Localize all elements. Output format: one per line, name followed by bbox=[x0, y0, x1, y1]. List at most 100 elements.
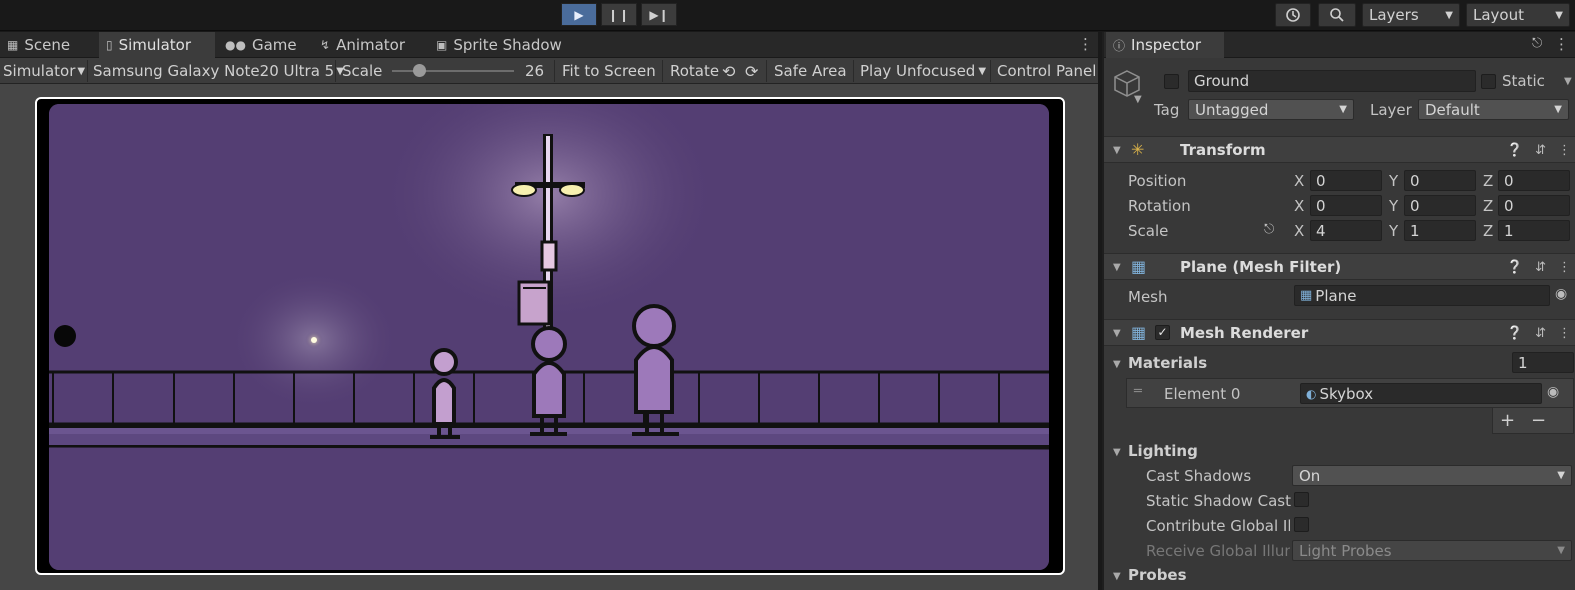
presets-icon[interactable]: ⇵ bbox=[1535, 143, 1546, 158]
mesh-renderer-header[interactable]: ▼ ▦ ✓ Mesh Renderer ❔ ⇵ ⋮ bbox=[1104, 319, 1575, 346]
axis-x-label: X bbox=[1294, 197, 1305, 215]
layer-dropdown[interactable]: Default ▼ bbox=[1418, 99, 1569, 120]
contribute-gi-checkbox[interactable] bbox=[1294, 517, 1309, 532]
separator bbox=[554, 60, 555, 82]
history-icon bbox=[1286, 8, 1300, 22]
cast-shadows-label: Cast Shadows bbox=[1146, 467, 1252, 485]
materials-count-field[interactable]: 1 bbox=[1512, 352, 1574, 373]
static-shadow-caster-checkbox[interactable] bbox=[1294, 492, 1309, 507]
history-button[interactable] bbox=[1275, 3, 1311, 27]
chevron-down-icon[interactable]: ▼ bbox=[1564, 76, 1572, 87]
cast-shadows-dropdown[interactable]: On ▼ bbox=[1292, 465, 1572, 486]
rotate-left-icon[interactable]: ⟲ bbox=[722, 58, 735, 84]
simulator-viewport[interactable] bbox=[0, 84, 1098, 590]
help-icon[interactable]: ❔ bbox=[1507, 260, 1523, 275]
scale-z-field[interactable]: 1 bbox=[1498, 220, 1570, 241]
tab-simulator[interactable]: ▯ Simulator bbox=[99, 32, 215, 58]
simulator-toolbar: Simulator ▼ Samsung Galaxy Note20 Ultra … bbox=[0, 58, 1098, 84]
position-y-field[interactable]: 0 bbox=[1404, 170, 1476, 191]
axis-y-label: Y bbox=[1389, 222, 1399, 240]
object-picker-icon[interactable]: ◉ bbox=[1547, 384, 1559, 400]
mesh-filter-icon: ▦ bbox=[1131, 257, 1147, 276]
device-dropdown[interactable]: Samsung Galaxy Note20 Ultra 5 ▼ bbox=[93, 58, 344, 84]
chevron-down-icon[interactable]: ▼ bbox=[1113, 359, 1121, 370]
tab-animator[interactable]: ↯ Animator bbox=[313, 32, 421, 58]
chevron-down-icon[interactable]: ▼ bbox=[1113, 447, 1121, 458]
static-checkbox[interactable] bbox=[1481, 74, 1496, 89]
play-mode-dropdown[interactable]: Play Unfocused ▼ bbox=[860, 58, 986, 84]
help-icon[interactable]: ❔ bbox=[1507, 143, 1523, 158]
kebab-menu-icon[interactable]: ⋮ bbox=[1078, 35, 1093, 53]
tab-game[interactable]: ●● Game bbox=[218, 32, 304, 58]
scale-y-field[interactable]: 1 bbox=[1404, 220, 1476, 241]
static-shadow-caster-label: Static Shadow Cast bbox=[1146, 492, 1291, 510]
editor-tab-strip: ▦ Scene ▯ Simulator ●● Game ↯ Animator ▣… bbox=[0, 32, 1098, 58]
transform-title: Transform bbox=[1180, 141, 1266, 159]
control-panel-button[interactable]: Control Panel bbox=[997, 58, 1096, 84]
pause-button[interactable]: ❙❙ bbox=[601, 3, 637, 26]
layout-dropdown[interactable]: Layout ▼ bbox=[1466, 3, 1570, 27]
mesh-value: Plane bbox=[1315, 286, 1357, 305]
drag-handle-icon[interactable]: ═ bbox=[1134, 384, 1142, 399]
scale-x-field[interactable]: 4 bbox=[1310, 220, 1382, 241]
lock-icon[interactable]: ⎋ bbox=[1532, 36, 1542, 51]
rotation-x-field[interactable]: 0 bbox=[1310, 195, 1382, 216]
game-screen[interactable] bbox=[49, 104, 1049, 570]
axis-y-label: Y bbox=[1389, 172, 1399, 190]
gamepad-icon: ●● bbox=[225, 38, 246, 52]
layer-value: Default bbox=[1425, 100, 1480, 119]
step-button[interactable]: ▶❙ bbox=[641, 3, 677, 26]
fit-to-screen-button[interactable]: Fit to Screen bbox=[562, 58, 656, 84]
animator-icon: ↯ bbox=[320, 38, 331, 52]
scale-row-label: Scale bbox=[1128, 222, 1169, 240]
transform-header[interactable]: ▼ ✳ Transform ❔ ⇵ ⋮ bbox=[1104, 136, 1575, 163]
probes-label: Probes bbox=[1128, 566, 1187, 584]
layers-dropdown[interactable]: Layers ▼ bbox=[1362, 3, 1460, 27]
scale-x-value: 4 bbox=[1316, 221, 1326, 240]
rotation-y-field[interactable]: 0 bbox=[1404, 195, 1476, 216]
kebab-menu-icon[interactable]: ⋮ bbox=[1554, 35, 1569, 53]
play-button[interactable]: ▶ bbox=[561, 3, 597, 26]
position-x-value: 0 bbox=[1316, 171, 1326, 190]
mesh-renderer-title: Mesh Renderer bbox=[1180, 324, 1309, 342]
scale-slider-track[interactable] bbox=[392, 70, 514, 72]
add-element-button[interactable]: + bbox=[1500, 410, 1515, 431]
tab-inspector[interactable]: ⓘ Inspector bbox=[1106, 32, 1224, 58]
safe-area-toggle[interactable]: Safe Area bbox=[774, 58, 847, 84]
scale-slider-thumb[interactable] bbox=[412, 64, 426, 77]
tag-dropdown[interactable]: Untagged ▼ bbox=[1188, 99, 1354, 120]
chevron-down-icon[interactable]: ▼ bbox=[1134, 94, 1142, 105]
rotate-right-icon[interactable]: ⟳ bbox=[745, 58, 758, 84]
presets-icon[interactable]: ⇵ bbox=[1535, 260, 1546, 275]
kebab-menu-icon[interactable]: ⋮ bbox=[1558, 143, 1571, 158]
kebab-menu-icon[interactable]: ⋮ bbox=[1558, 260, 1571, 275]
element-0-field[interactable]: ◐ Skybox bbox=[1300, 383, 1542, 404]
link-scale-icon[interactable]: ⎋ bbox=[1264, 222, 1274, 237]
layout-label: Layout bbox=[1473, 6, 1524, 24]
remove-element-button[interactable]: − bbox=[1531, 410, 1546, 431]
tab-sprite-shadow[interactable]: ▣ Sprite Shadow bbox=[429, 32, 579, 58]
active-checkbox[interactable] bbox=[1164, 74, 1179, 89]
position-x-field[interactable]: 0 bbox=[1310, 170, 1382, 191]
chevron-down-icon[interactable]: ▼ bbox=[1113, 571, 1121, 582]
object-picker-icon[interactable]: ◉ bbox=[1555, 286, 1567, 302]
kebab-menu-icon[interactable]: ⋮ bbox=[1558, 326, 1571, 341]
mesh-filter-header[interactable]: ▼ ▦ Plane (Mesh Filter) ❔ ⇵ ⋮ bbox=[1104, 253, 1575, 280]
mesh-renderer-icon: ▦ bbox=[1131, 323, 1147, 342]
receive-gi-dropdown[interactable]: Light Probes ▼ bbox=[1292, 540, 1572, 561]
static-label: Static bbox=[1502, 72, 1545, 90]
object-name-field[interactable]: Ground bbox=[1188, 70, 1476, 92]
scale-z-value: 1 bbox=[1504, 221, 1514, 240]
rotation-z-field[interactable]: 0 bbox=[1498, 195, 1570, 216]
position-z-field[interactable]: 0 bbox=[1498, 170, 1570, 191]
mesh-field[interactable]: ▦ Plane bbox=[1294, 285, 1550, 306]
mesh-renderer-enabled-checkbox[interactable]: ✓ bbox=[1155, 325, 1170, 340]
phone-icon: ▯ bbox=[106, 38, 113, 52]
simulator-mode-dropdown[interactable]: Simulator ▼ bbox=[3, 58, 85, 84]
tab-scene[interactable]: ▦ Scene bbox=[0, 32, 96, 58]
game-scene-illustration bbox=[49, 104, 1049, 570]
help-icon[interactable]: ❔ bbox=[1507, 326, 1523, 341]
search-button[interactable] bbox=[1318, 3, 1356, 27]
presets-icon[interactable]: ⇵ bbox=[1535, 326, 1546, 341]
tab-sprite-shadow-label: Sprite Shadow bbox=[453, 36, 562, 54]
